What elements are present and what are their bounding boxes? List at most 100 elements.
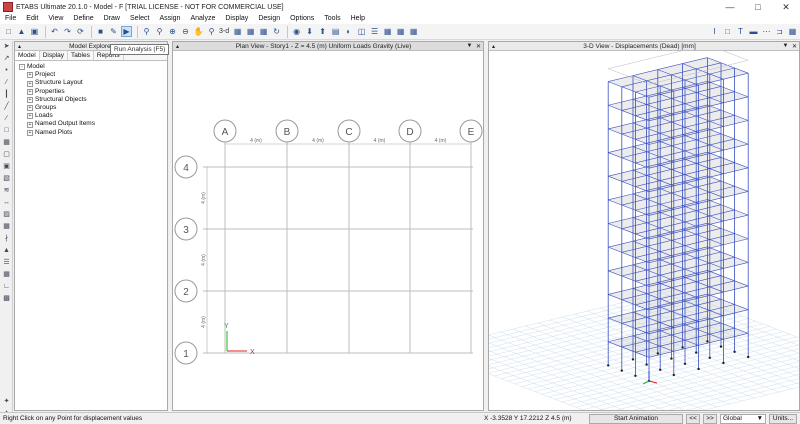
move-down-icon[interactable]: ⬇ — [304, 26, 315, 37]
coordinate-system-select[interactable]: Global ▼ — [720, 413, 766, 424]
draw-rect-icon[interactable]: ▧ — [1, 174, 12, 184]
draw-section-cut-icon[interactable]: ∤ — [1, 234, 12, 244]
open-icon[interactable]: ▲ — [16, 26, 27, 37]
view-xz-icon[interactable]: ▦ — [245, 26, 256, 37]
start-animation-button[interactable]: Start Animation — [589, 413, 683, 424]
menu-edit[interactable]: Edit — [21, 14, 43, 24]
draw-developed-icon[interactable]: ▲ — [1, 246, 12, 256]
window-menu-icon[interactable]: ▼ — [781, 43, 790, 49]
tree-node-structural-objects[interactable]: + Structural Objects — [19, 96, 167, 104]
tree-node-model[interactable]: - Model — [19, 63, 167, 71]
view-3d-button[interactable]: 3-d — [219, 28, 229, 35]
pencil-icon[interactable]: ✎ — [108, 26, 119, 37]
section-i-icon[interactable]: I — [709, 26, 720, 37]
menu-design[interactable]: Design — [253, 14, 285, 24]
undo-icon[interactable]: ↶ — [49, 26, 60, 37]
display-options-icon[interactable]: ☰ — [369, 26, 380, 37]
expand-icon[interactable]: + — [27, 88, 33, 95]
menu-display[interactable]: Display — [220, 14, 253, 24]
expand-icon[interactable]: + — [27, 96, 33, 103]
menu-assign[interactable]: Assign — [154, 14, 185, 24]
draw-beam-icon[interactable]: ∕ — [1, 78, 12, 88]
section-channel-icon[interactable]: ⊐ — [774, 26, 785, 37]
maximize-icon[interactable]: □ — [744, 0, 772, 14]
zoom-rubber-band-icon[interactable]: ⚲ — [141, 26, 152, 37]
menu-draw[interactable]: Draw — [99, 14, 125, 24]
save-icon[interactable]: ▣ — [29, 26, 40, 37]
menu-view[interactable]: View — [43, 14, 68, 24]
rotate-icon[interactable]: ↻ — [271, 26, 282, 37]
draw-floor-icon[interactable]: □ — [1, 126, 12, 136]
draw-dimension-icon[interactable]: ↔ — [1, 198, 12, 208]
zoom-in-icon[interactable]: ⊕ — [167, 26, 178, 37]
lock-icon[interactable]: ■ — [95, 26, 106, 37]
zoom-out-icon[interactable]: ⊖ — [180, 26, 191, 37]
plan-view-window[interactable]: ▴ Plan View - Story1 - Z = 4.5 (m) Unifo… — [172, 41, 484, 411]
plan-canvas[interactable]: A B C D E 4 3 2 1 4 (m) 4 (m) 4 (m) 4 (m) 4 (m) 4 (m) 4… — [173, 51, 483, 410]
draw-joint-icon[interactable]: • — [1, 66, 12, 76]
new-model-icon[interactable]: □ — [3, 26, 14, 37]
menu-define[interactable]: Define — [68, 14, 98, 24]
view-xy-icon[interactable]: ▦ — [232, 26, 243, 37]
draw-link-icon[interactable]: ∕ — [1, 114, 12, 124]
show-tables-icon[interactable]: ▦ — [408, 26, 419, 37]
expand-icon[interactable]: + — [27, 105, 33, 112]
section-tee-icon[interactable]: T — [735, 26, 746, 37]
tree-node-named-output-items[interactable]: + Named Output Items — [19, 120, 167, 128]
menu-options[interactable]: Options — [285, 14, 319, 24]
object-shrink-icon[interactable]: ◐ — [343, 26, 354, 37]
deformed-shape-icon[interactable]: ▦ — [382, 26, 393, 37]
section-plate-icon[interactable]: ▬ — [748, 26, 759, 37]
tab-display[interactable]: Display — [40, 51, 69, 60]
3d-canvas[interactable] — [426, 44, 800, 424]
tree-node-named-plots[interactable]: + Named Plots — [19, 129, 167, 137]
tree-node-properties[interactable]: + Properties — [19, 88, 167, 96]
set-display-icon[interactable]: ▤ — [330, 26, 341, 37]
draw-tendon-icon[interactable]: ≋ — [1, 186, 12, 196]
section-dash-icon[interactable]: ⋯ — [761, 26, 772, 37]
section-box-icon[interactable]: □ — [722, 26, 733, 37]
zoom-restore-icon[interactable]: ⚲ — [154, 26, 165, 37]
window-close-icon[interactable]: ✕ — [474, 43, 483, 50]
snap-icon[interactable]: ✦ — [1, 397, 12, 407]
extrude-icon[interactable]: ◫ — [356, 26, 367, 37]
redo-icon[interactable]: ↷ — [62, 26, 73, 37]
draw-opening-icon[interactable]: ▢ — [1, 150, 12, 160]
draw-reference-icon[interactable]: ▨ — [1, 210, 12, 220]
previous-frame-button[interactable]: << — [686, 413, 700, 424]
pin-icon[interactable]: ▴ — [173, 43, 182, 50]
move-up-icon[interactable]: ⬆ — [317, 26, 328, 37]
tree-node-project[interactable]: + Project — [19, 71, 167, 79]
window-close-icon[interactable]: ✕ — [790, 43, 799, 50]
tree-node-groups[interactable]: + Groups — [19, 104, 167, 112]
expand-icon[interactable]: + — [27, 121, 33, 128]
menu-analyze[interactable]: Analyze — [185, 14, 220, 24]
next-frame-button[interactable]: >> — [703, 413, 717, 424]
menu-help[interactable]: Help — [346, 14, 370, 24]
close-icon[interactable]: ✕ — [772, 0, 800, 14]
draw-grid-icon[interactable]: ▦ — [1, 222, 12, 232]
draw-misc-icon[interactable]: ▩ — [1, 294, 12, 304]
tab-model[interactable]: Model — [15, 51, 40, 60]
expand-icon[interactable]: + — [27, 113, 33, 120]
pan-icon[interactable]: ✋ — [193, 26, 204, 37]
collapse-icon[interactable]: - — [19, 64, 25, 71]
draw-ramp-icon[interactable]: ∟ — [1, 282, 12, 292]
pin-icon[interactable]: ▴ — [15, 43, 24, 50]
tree-node-loads[interactable]: + Loads — [19, 112, 167, 120]
pointer-icon[interactable]: ➤ — [1, 42, 12, 52]
tree-node-structure-layout[interactable]: + Structure Layout — [19, 79, 167, 87]
units-button[interactable]: Units... — [769, 413, 797, 424]
menu-tools[interactable]: Tools — [319, 14, 345, 24]
glasses-icon[interactable]: ◉ — [291, 26, 302, 37]
draw-wall-stack-icon[interactable]: ▦ — [1, 270, 12, 280]
section-more-icon[interactable]: ▦ — [787, 26, 798, 37]
show-forces-icon[interactable]: ▦ — [395, 26, 406, 37]
draw-design-strip-icon[interactable]: ☰ — [1, 258, 12, 268]
minimize-icon[interactable]: — — [716, 0, 744, 14]
expand-icon[interactable]: + — [27, 80, 33, 87]
menu-file[interactable]: File — [0, 14, 21, 24]
refresh-icon[interactable]: ⟳ — [75, 26, 86, 37]
draw-slab-icon[interactable]: ▣ — [1, 162, 12, 172]
view-yz-icon[interactable]: ▦ — [258, 26, 269, 37]
